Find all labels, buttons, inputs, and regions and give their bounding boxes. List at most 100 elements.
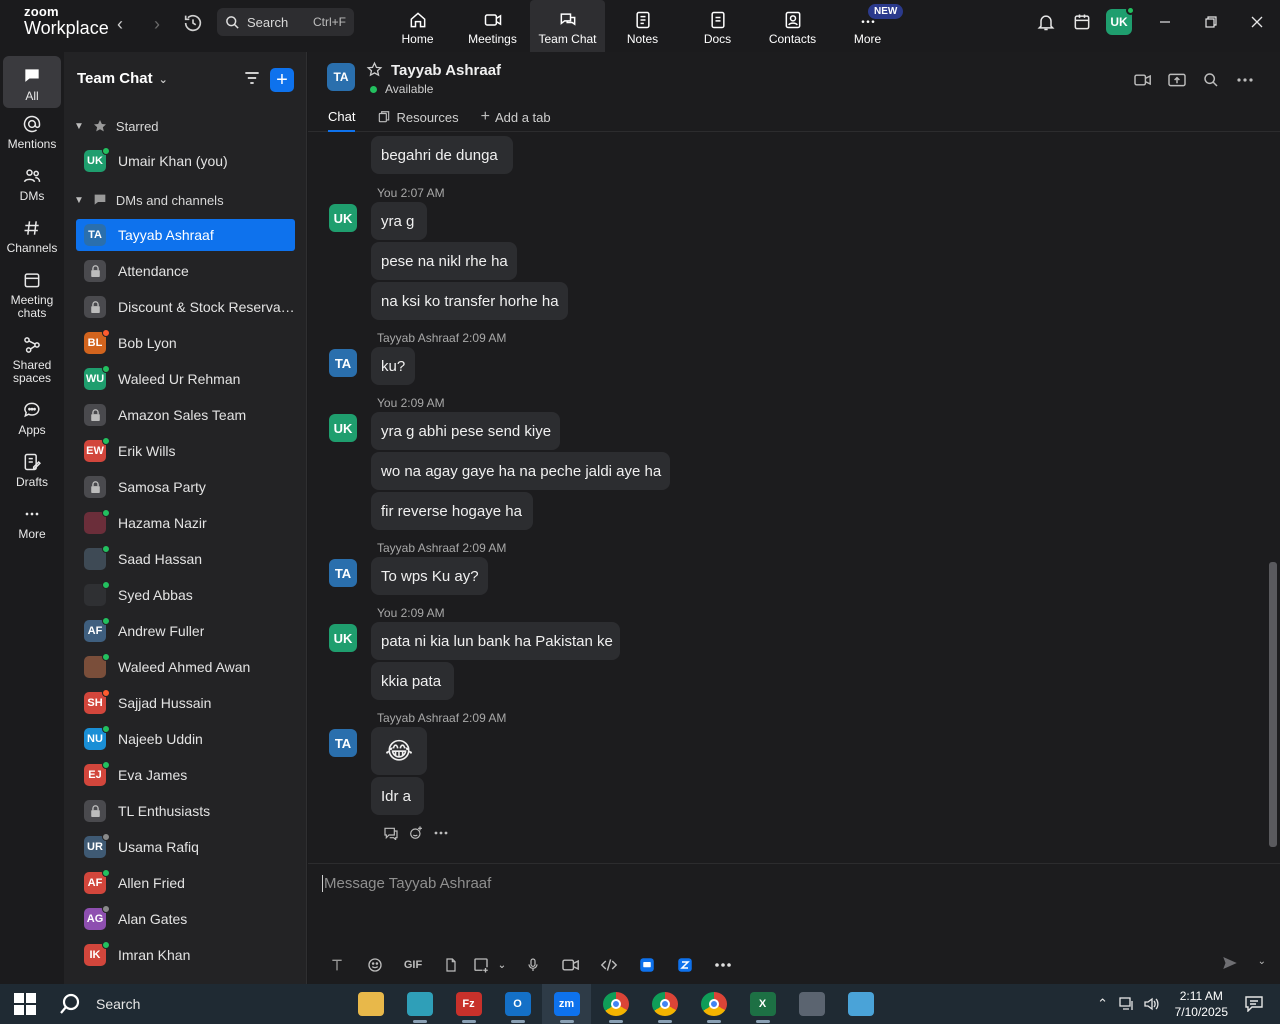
conversation-item[interactable]: TA Tayyab Ashraaf: [76, 219, 295, 251]
conversation-item[interactable]: Discount & Stock Reservati...: [76, 291, 295, 323]
conversation-item[interactable]: WU Waleed Ur Rehman: [76, 363, 295, 395]
video-call-icon[interactable]: [1126, 70, 1160, 90]
contact-avatar[interactable]: TA: [327, 63, 355, 91]
history-icon[interactable]: [182, 12, 206, 36]
message-avatar[interactable]: UK: [329, 414, 357, 442]
more-actions-icon[interactable]: [428, 824, 453, 842]
message-avatar[interactable]: UK: [329, 204, 357, 232]
file-icon[interactable]: [432, 953, 470, 977]
chrome-icon[interactable]: [689, 984, 738, 1024]
reply-icon[interactable]: [378, 824, 403, 842]
sidebar-title[interactable]: Team Chat ⌄: [77, 70, 168, 87]
message-bubble[interactable]: pese na nikl rhe ha: [371, 242, 517, 280]
taskbar-search[interactable]: Search: [58, 990, 348, 1018]
conversation-item[interactable]: AG Alan Gates: [76, 903, 295, 935]
send-button[interactable]: [1220, 954, 1246, 976]
message-bubble[interactable]: yra g: [371, 202, 427, 240]
message-bubble[interactable]: 😂: [371, 727, 427, 775]
bell-icon[interactable]: [1028, 4, 1064, 40]
rail-more[interactable]: More: [0, 504, 64, 541]
nav-team-chat[interactable]: Team Chat: [530, 0, 605, 52]
app-icon[interactable]: [836, 984, 885, 1024]
filter-icon[interactable]: [242, 68, 264, 90]
message-bubble[interactable]: begahri de dunga: [371, 136, 513, 174]
microphone-icon[interactable]: [514, 953, 552, 977]
file-explorer-icon[interactable]: [346, 984, 395, 1024]
gif-button[interactable]: GIF: [394, 953, 432, 977]
message-scrollbar[interactable]: [1268, 132, 1280, 863]
rail-apps[interactable]: Apps: [0, 400, 64, 437]
screenshot-icon[interactable]: ⌄: [470, 953, 508, 977]
network-icon[interactable]: [1115, 997, 1139, 1011]
message-bubble[interactable]: To wps Ku ay?: [371, 557, 488, 595]
text-format-icon[interactable]: [318, 953, 356, 977]
new-chat-button[interactable]: +: [270, 68, 294, 92]
filezilla-icon[interactable]: Fz: [444, 984, 493, 1024]
windows-start-icon[interactable]: [14, 993, 36, 1015]
conversation-item[interactable]: TL Enthusiasts: [76, 795, 295, 827]
tab-chat[interactable]: Chat: [328, 108, 356, 132]
conversation-item[interactable]: Saad Hassan: [76, 543, 295, 575]
message-bubble[interactable]: Idr a: [371, 777, 424, 815]
close-icon[interactable]: [1234, 0, 1280, 44]
conversation-item[interactable]: Attendance: [76, 255, 295, 287]
message-avatar[interactable]: UK: [329, 624, 357, 652]
emoji-icon[interactable]: [356, 953, 394, 977]
app-blue-chat-icon[interactable]: [628, 953, 666, 977]
nav-meetings[interactable]: Meetings: [455, 0, 530, 52]
conversation-item[interactable]: Syed Abbas: [76, 579, 295, 611]
rail-channels[interactable]: Channels: [0, 218, 64, 255]
conversation-item[interactable]: NU Najeeb Uddin: [76, 723, 295, 755]
more-options-icon[interactable]: [1228, 70, 1262, 90]
nav-docs[interactable]: Docs: [680, 0, 755, 52]
message-bubble[interactable]: ku?: [371, 347, 415, 385]
message-input[interactable]: Message Tayyab Ashraaf: [322, 875, 491, 892]
starred-section-header[interactable]: ▼ Starred: [74, 118, 159, 134]
user-avatar[interactable]: UK: [1106, 6, 1135, 35]
restore-icon[interactable]: [1188, 0, 1234, 44]
tab-add[interactable]: + Add a tab: [481, 108, 551, 132]
app-blue-zoom-icon[interactable]: [666, 953, 704, 977]
share-screen-icon[interactable]: [1160, 70, 1194, 90]
zoom-icon[interactable]: zm: [542, 984, 591, 1024]
add-reaction-icon[interactable]: [403, 824, 428, 842]
minimize-icon[interactable]: [1142, 0, 1188, 44]
starred-item[interactable]: UK Umair Khan (you): [76, 145, 295, 177]
conversation-item[interactable]: Hazama Nazir: [76, 507, 295, 539]
message-avatar[interactable]: TA: [329, 559, 357, 587]
back-arrow-icon[interactable]: ‹: [108, 12, 132, 36]
conversation-item[interactable]: AF Andrew Fuller: [76, 615, 295, 647]
forward-arrow-icon[interactable]: ›: [145, 12, 169, 36]
rail-mentions[interactable]: Mentions: [0, 114, 64, 151]
conversation-item[interactable]: Samosa Party: [76, 471, 295, 503]
rail-drafts[interactable]: Drafts: [0, 452, 64, 489]
notifications-icon[interactable]: [1242, 996, 1266, 1012]
nav-home[interactable]: Home: [380, 0, 455, 52]
rail-all[interactable]: All: [3, 56, 61, 108]
contact-name[interactable]: Tayyab Ashraaf: [391, 62, 501, 79]
conversation-item[interactable]: UR Usama Rafiq: [76, 831, 295, 863]
conversation-item[interactable]: IK Imran Khan: [76, 939, 295, 971]
rail-shared-spaces[interactable]: Shared spaces: [0, 335, 64, 385]
chrome-icon[interactable]: [591, 984, 640, 1024]
send-options-chevron-icon[interactable]: ⌄: [1258, 956, 1266, 967]
search-box[interactable]: Search Ctrl+F: [217, 8, 354, 36]
message-bubble[interactable]: kkia pata: [371, 662, 454, 700]
volume-icon[interactable]: [1139, 997, 1163, 1011]
excel-icon[interactable]: X: [738, 984, 787, 1024]
star-outline-icon[interactable]: [366, 61, 384, 79]
nav-more[interactable]: NEW More: [830, 0, 905, 52]
chevron-down-icon[interactable]: ⌄: [498, 960, 506, 971]
message-bubble[interactable]: wo na agay gaye ha na peche jaldi aye ha: [371, 452, 670, 490]
scrollbar-thumb[interactable]: [1269, 562, 1277, 847]
conversation-item[interactable]: SH Sajjad Hussain: [76, 687, 295, 719]
app-icon[interactable]: [395, 984, 444, 1024]
video-message-icon[interactable]: [552, 953, 590, 977]
message-bubble[interactable]: pata ni kia lun bank ha Pakistan ke: [371, 622, 620, 660]
rail-meeting-chats[interactable]: Meeting chats: [0, 270, 64, 320]
message-avatar[interactable]: TA: [329, 349, 357, 377]
code-snippet-icon[interactable]: [590, 953, 628, 977]
conversation-item[interactable]: Amazon Sales Team: [76, 399, 295, 431]
calculator-icon[interactable]: [787, 984, 836, 1024]
chrome-icon[interactable]: [640, 984, 689, 1024]
